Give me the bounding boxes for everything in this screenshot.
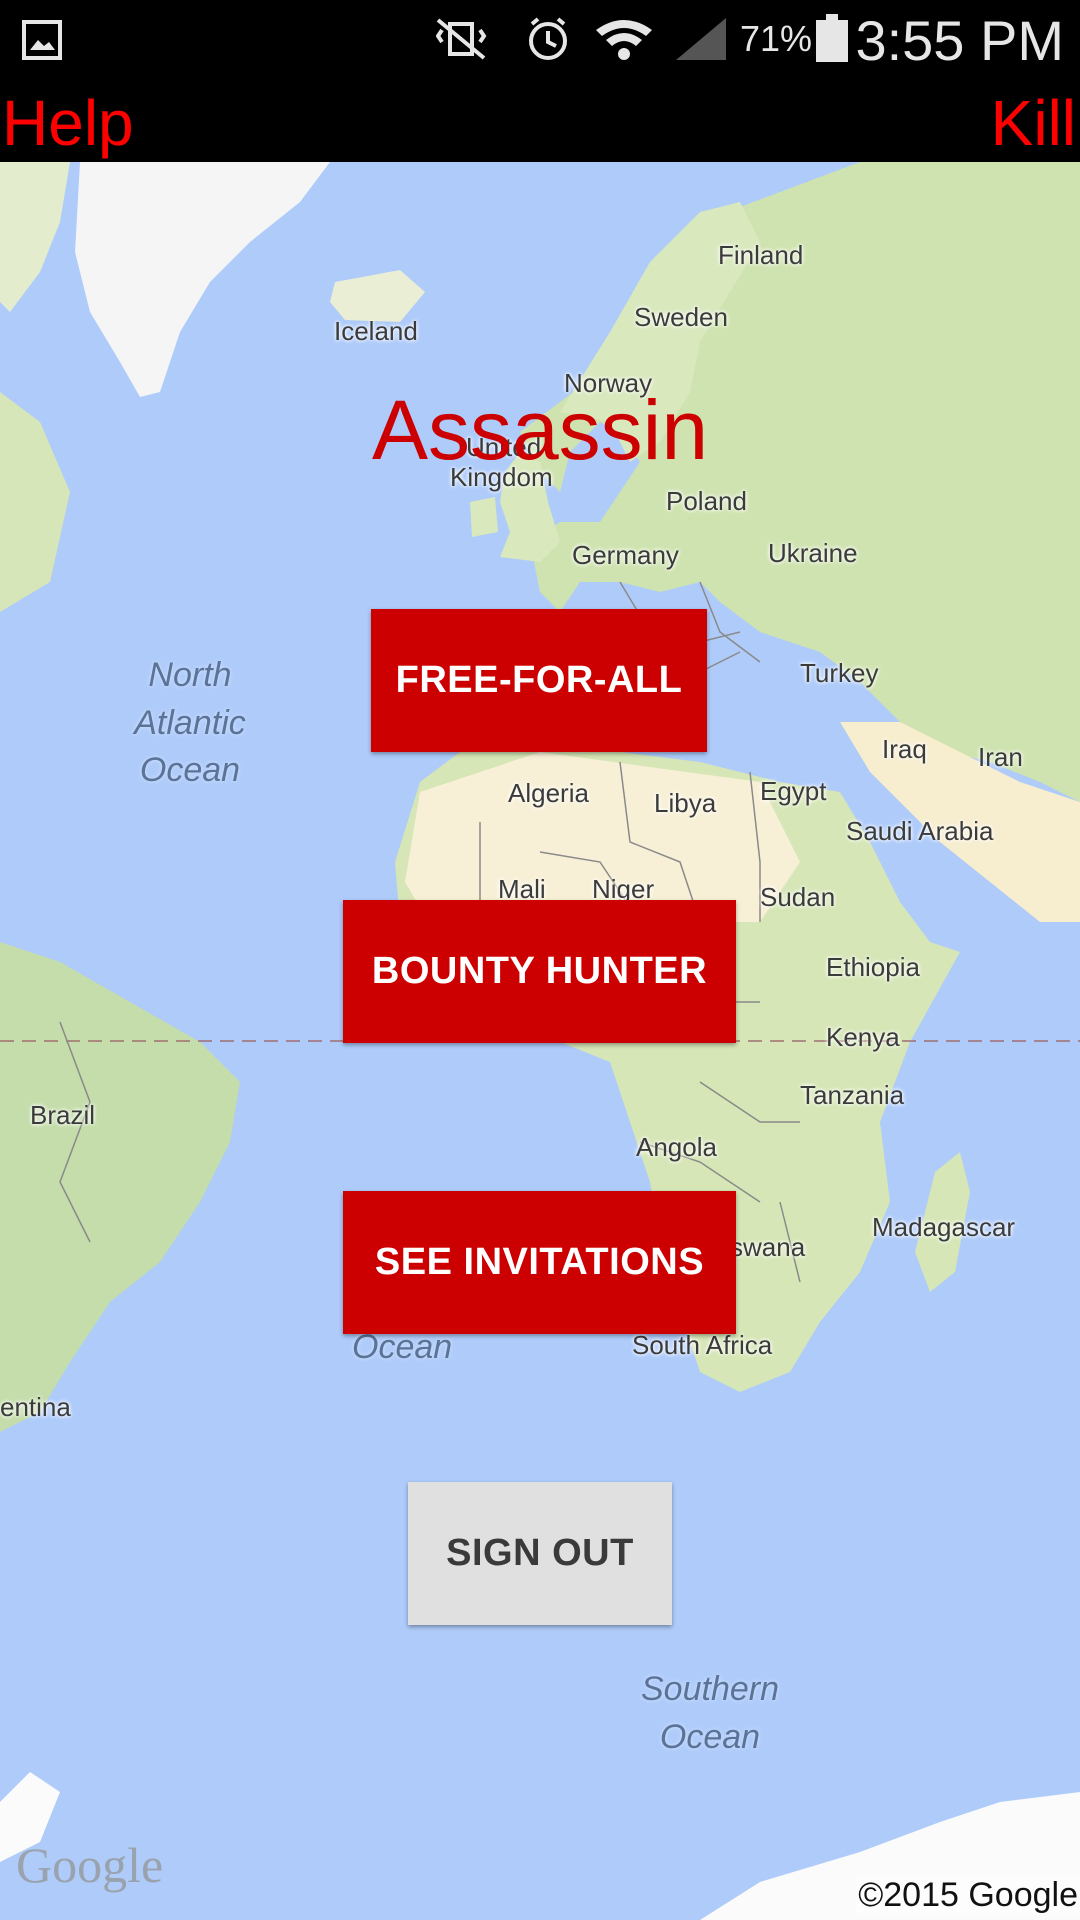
south-america-shape xyxy=(0,942,240,1432)
label-iceland: Iceland xyxy=(334,316,418,346)
label-madagascar: Madagascar xyxy=(872,1212,1016,1242)
google-logo: Google xyxy=(16,1837,164,1893)
label-brazil: Brazil xyxy=(30,1100,96,1130)
status-bar: 71% 3:55 PM xyxy=(0,0,1080,78)
label-turkey: Turkey xyxy=(800,658,879,688)
label-finland: Finland xyxy=(718,240,804,270)
label-iran: Iran xyxy=(978,742,1023,772)
bounty-hunter-button[interactable]: BOUNTY HUNTER xyxy=(343,900,736,1043)
label-sudan: Sudan xyxy=(760,882,836,912)
kill-button[interactable]: Kill xyxy=(991,86,1076,160)
help-button[interactable]: Help xyxy=(2,86,134,160)
label-kenya: Kenya xyxy=(826,1022,900,1052)
label-southern-ocean: Southern Ocean xyxy=(641,1670,779,1756)
label-egypt: Egypt xyxy=(760,776,827,806)
label-saudi-arabia: Saudi Arabia xyxy=(846,816,994,846)
label-iraq: Iraq xyxy=(882,734,927,764)
greenland-shape xyxy=(75,162,330,397)
label-algeria: Algeria xyxy=(508,778,589,808)
label-ukraine: Ukraine xyxy=(768,538,858,568)
app-title: Assassin xyxy=(371,383,709,477)
vibrate-icon xyxy=(436,18,487,60)
sign-out-button[interactable]: SIGN OUT xyxy=(408,1482,672,1625)
free-for-all-button[interactable]: FREE-FOR-ALL xyxy=(371,609,707,752)
status-icons xyxy=(436,17,726,60)
signal-icon xyxy=(676,18,726,60)
label-botswana: swana xyxy=(730,1232,806,1262)
battery-percentage: 71% xyxy=(740,18,813,59)
label-tanzania: Tanzania xyxy=(800,1080,905,1110)
canada-shape xyxy=(0,162,70,312)
gallery-icon xyxy=(22,20,62,60)
see-invitations-button[interactable]: SEE INVITATIONS xyxy=(343,1191,736,1334)
iceland-shape xyxy=(330,270,425,322)
label-angola: Angola xyxy=(636,1132,717,1162)
label-poland: Poland xyxy=(666,486,747,516)
label-south-africa: South Africa xyxy=(632,1330,773,1360)
action-bar: Help Kill xyxy=(0,78,1080,162)
label-argentina: entina xyxy=(0,1392,71,1422)
alarm-icon xyxy=(529,17,567,60)
ireland-shape xyxy=(470,497,498,537)
battery-icon xyxy=(816,14,848,62)
clock: 3:55 PM xyxy=(855,9,1064,72)
wifi-icon xyxy=(596,20,652,60)
label-sweden: Sweden xyxy=(634,302,728,332)
label-ethiopia: Ethiopia xyxy=(826,952,920,982)
label-north-atlantic-ocean: North Atlantic Ocean xyxy=(134,656,246,790)
map-copyright: ©2015 Google xyxy=(856,1876,1080,1915)
label-germany: Germany xyxy=(572,540,679,570)
label-libya: Libya xyxy=(654,788,717,818)
